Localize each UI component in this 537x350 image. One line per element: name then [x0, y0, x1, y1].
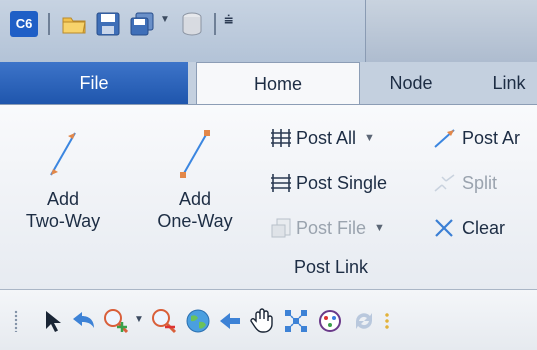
add-two-way-line1: Add — [46, 189, 80, 209]
clear-x-icon — [435, 219, 453, 237]
zoom-out-icon[interactable] — [150, 307, 178, 335]
add-one-way-line2: One-Way — [157, 211, 233, 231]
post-all-button[interactable]: Post All ▼ — [270, 123, 375, 153]
split-label: Split — [462, 172, 498, 193]
post-all-icon — [271, 129, 291, 147]
refresh-icon[interactable] — [350, 307, 378, 335]
clear-button[interactable]: Clear — [432, 213, 505, 243]
map-toolbar: ▼ — [0, 290, 537, 350]
post-file-icon — [271, 218, 291, 238]
quick-access-separator — [48, 13, 50, 35]
pan-hand-icon[interactable] — [248, 307, 276, 335]
ribbon-tabs: File Home Node Link — [0, 62, 537, 105]
more-icon[interactable] — [384, 312, 390, 330]
quick-access-separator — [214, 13, 216, 35]
undo-icon[interactable] — [70, 307, 98, 335]
save-dropdown-icon[interactable]: ▼ — [160, 14, 170, 25]
fit-nodes-icon[interactable] — [282, 307, 310, 335]
post-link-group-label: Post Link — [294, 257, 369, 277]
split-button[interactable]: Split — [432, 168, 497, 198]
post-single-button[interactable]: Post Single — [270, 168, 387, 198]
database-icon[interactable] — [178, 10, 206, 38]
clear-label: Clear — [462, 217, 506, 238]
post-file-dropdown-icon[interactable]: ▼ — [374, 222, 385, 234]
post-arrow-label: Post Ar — [462, 127, 521, 148]
post-file-button[interactable]: Post File ▼ — [270, 213, 385, 243]
add-two-way-button[interactable]: Add Two-Way — [18, 123, 108, 232]
post-single-label: Post Single — [296, 172, 388, 193]
open-folder-icon[interactable] — [60, 10, 88, 38]
add-two-way-line2: Two-Way — [25, 211, 101, 231]
save-all-icon[interactable] — [128, 10, 156, 38]
app-badge: C6 — [10, 11, 38, 37]
tab-node[interactable]: Node — [382, 62, 440, 104]
add-one-way-button[interactable]: Add One-Way — [150, 123, 240, 232]
add-one-way-line1: Add — [178, 189, 212, 209]
post-arrow-icon — [434, 129, 455, 148]
zoom-in-icon[interactable] — [102, 307, 130, 335]
one-way-link-icon — [180, 130, 210, 178]
title-bar: C6 ▼ ⩧ — [0, 0, 537, 62]
back-arrow-icon[interactable] — [216, 307, 244, 335]
post-file-label: Post File — [296, 217, 367, 238]
tab-link[interactable]: Link — [484, 62, 534, 104]
post-arrow-button[interactable]: Post Ar — [432, 123, 520, 153]
node-select-icon[interactable] — [316, 307, 344, 335]
zoom-dropdown-icon[interactable]: ▼ — [134, 314, 144, 325]
pointer-icon[interactable] — [38, 307, 66, 335]
toolbar-grip[interactable] — [14, 310, 18, 332]
save-icon[interactable] — [94, 10, 122, 38]
post-single-icon — [271, 174, 291, 192]
post-all-label: Post All — [296, 127, 357, 148]
two-way-link-icon — [50, 132, 76, 176]
post-all-dropdown-icon[interactable]: ▼ — [364, 132, 375, 144]
ribbon-home-panel: Add Two-Way Add One-Way Post All ▼ Post … — [0, 104, 537, 290]
split-icon — [434, 174, 455, 192]
globe-icon[interactable] — [184, 307, 212, 335]
title-bar-right — [365, 0, 537, 62]
tab-home[interactable]: Home — [196, 62, 360, 105]
customize-quick-access-icon[interactable]: ⩧ — [224, 12, 233, 30]
tab-file[interactable]: File — [0, 62, 188, 104]
